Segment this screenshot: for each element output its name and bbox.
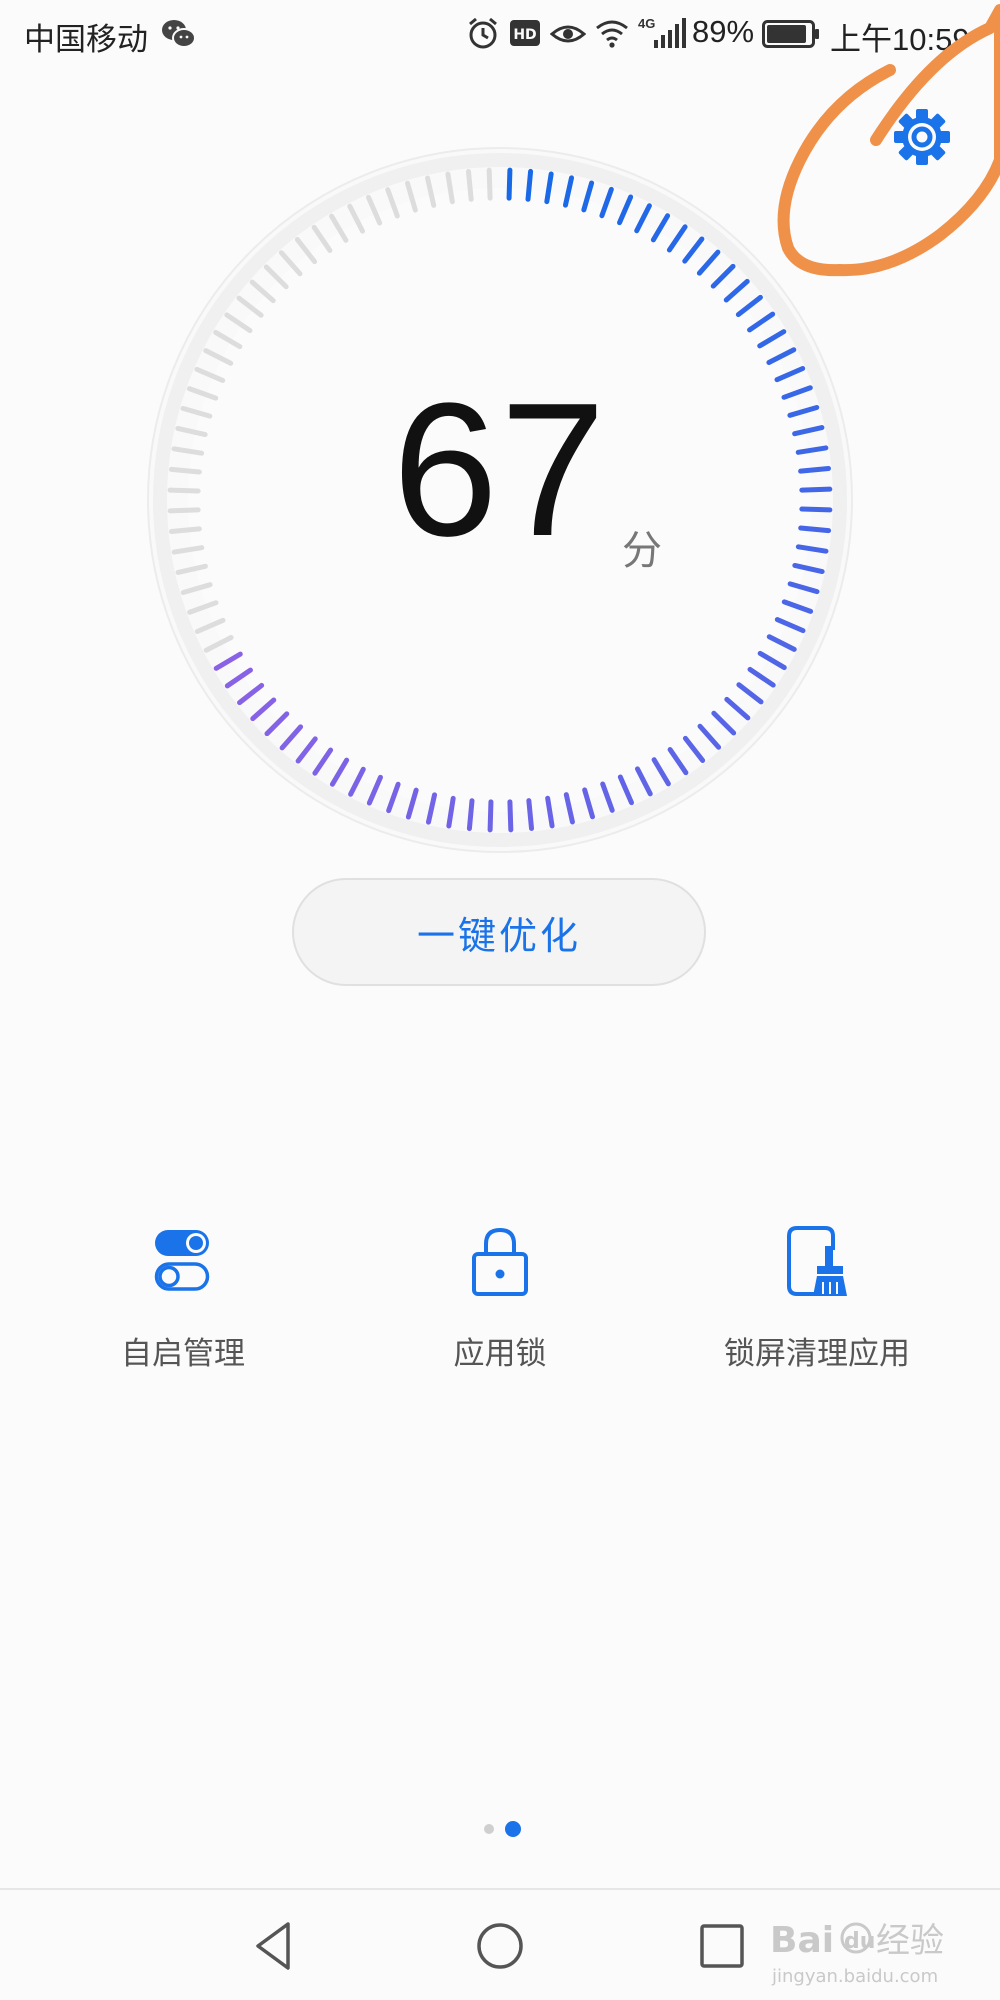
alarm-icon xyxy=(469,17,497,49)
dial-tick-inactive xyxy=(167,507,201,514)
svg-text:jingyan.baidu.com: jingyan.baidu.com xyxy=(771,1966,938,1987)
feature-app-lock[interactable]: 应用锁 xyxy=(350,1200,650,1380)
one-key-optimize-button[interactable]: 一键优化 xyxy=(292,878,706,986)
dial-tick-active xyxy=(799,486,833,493)
home-icon[interactable] xyxy=(470,1916,530,1976)
settings-button[interactable] xyxy=(888,103,956,171)
back-icon[interactable] xyxy=(246,1916,306,1976)
dial-tick-inactive xyxy=(167,487,201,494)
svg-text:HD: HD xyxy=(513,27,536,43)
feature-label: 应用锁 xyxy=(453,1336,547,1371)
battery-icon xyxy=(762,20,819,48)
phone-broom-icon xyxy=(787,1226,847,1296)
dial-tick-inactive xyxy=(168,466,202,475)
svg-text:du: du xyxy=(844,1929,875,1954)
score-unit: 分 xyxy=(622,529,662,573)
svg-text:经验: 经验 xyxy=(876,1921,944,1961)
feature-label: 自启管理 xyxy=(121,1336,245,1371)
status-bar: 中国移动 HD 4G 89% 上午10:59 xyxy=(0,0,1000,70)
wechat-icon xyxy=(162,20,196,48)
signal-icon xyxy=(654,18,686,48)
dial-tick-inactive xyxy=(486,167,493,201)
dial-tick-active xyxy=(466,798,475,832)
svg-text:Bai: Bai xyxy=(770,1920,834,1961)
clock: 上午10:59 xyxy=(830,22,970,57)
dial-tick-active xyxy=(506,167,513,201)
dial-tick-inactive xyxy=(169,526,202,535)
wifi-icon xyxy=(596,20,628,48)
feature-lockscreen-cleanup[interactable]: 锁屏清理应用 xyxy=(667,1200,967,1380)
dial-tick-active xyxy=(487,799,494,833)
carrier-name: 中国移动 xyxy=(24,22,148,57)
feature-label: 锁屏清理应用 xyxy=(724,1336,910,1371)
dial-tick-inactive xyxy=(465,169,474,202)
page-dot-1[interactable] xyxy=(484,1824,494,1834)
dial-tick-active xyxy=(798,525,832,534)
dial-tick-active xyxy=(507,799,514,833)
dial-tick-active xyxy=(525,168,534,202)
dial-tick-active xyxy=(799,506,833,513)
page-dot-2-active[interactable] xyxy=(505,1821,521,1837)
recents-icon[interactable] xyxy=(692,1916,752,1976)
dial-tick-active xyxy=(526,798,535,831)
gear-icon xyxy=(894,109,950,165)
eye-icon xyxy=(550,25,586,43)
feature-startup-manager[interactable]: 自启管理 xyxy=(33,1200,333,1380)
battery-percent: 89% xyxy=(692,14,755,49)
baidu-jingyan-watermark: Bai du 经验 jingyan.baidu.com xyxy=(770,1920,944,1987)
dial-tick-active xyxy=(798,465,831,474)
score-value: 67 xyxy=(392,364,608,576)
toggle-switch-icon xyxy=(154,1230,210,1291)
lock-icon xyxy=(472,1227,528,1296)
hd-icon: HD xyxy=(510,20,540,46)
